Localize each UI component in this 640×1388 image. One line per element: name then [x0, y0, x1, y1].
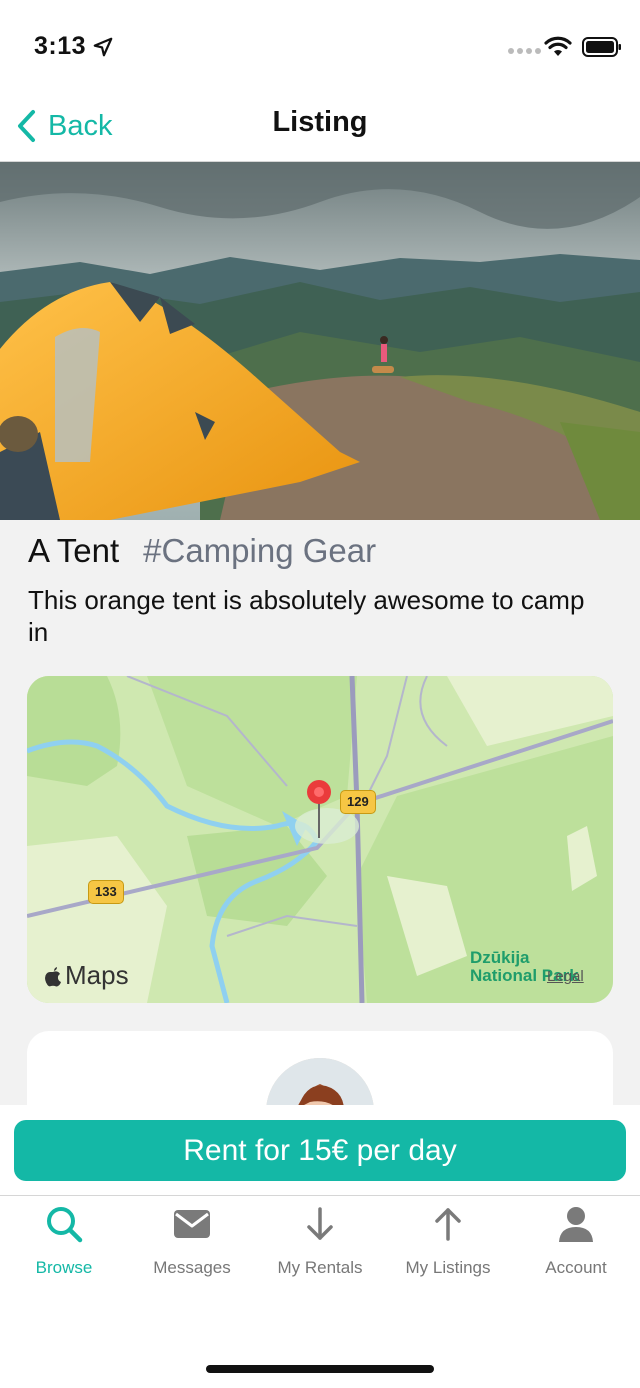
status-bar: 3:13: [0, 0, 640, 96]
listing-description: This orange tent is absolutely awesome t…: [28, 585, 585, 647]
tab-my-listings-label: My Listings: [405, 1258, 491, 1277]
search-icon: [47, 1207, 83, 1243]
maps-brand-label: Maps: [65, 960, 129, 990]
home-indicator[interactable]: [206, 1365, 434, 1373]
rent-bar: Rent for 15€ per day: [0, 1105, 640, 1195]
tab-messages[interactable]: Messages: [128, 1204, 256, 1278]
envelope-icon: [174, 1210, 210, 1238]
tab-account[interactable]: Account: [512, 1204, 640, 1278]
maps-brand: Maps: [43, 960, 129, 991]
rent-button[interactable]: Rent for 15€ per day: [14, 1120, 626, 1181]
tab-my-rentals[interactable]: My Rentals: [256, 1204, 384, 1278]
person-icon: [559, 1207, 593, 1242]
cellular-signal-icon: [508, 48, 541, 54]
status-time: 3:13: [34, 32, 87, 60]
route-129-badge: 129: [340, 790, 376, 814]
tab-messages-label: Messages: [153, 1258, 231, 1277]
navigation-bar: Back Listing: [0, 96, 640, 162]
tab-browse[interactable]: Browse: [0, 1204, 128, 1278]
route-133-badge: 133: [88, 880, 124, 904]
listing-category[interactable]: #Camping Gear: [143, 532, 376, 570]
map-legal-link[interactable]: Legal: [547, 968, 584, 985]
apple-logo-icon: [45, 966, 61, 986]
tab-browse-label: Browse: [35, 1258, 93, 1277]
wifi-icon: [544, 36, 572, 56]
location-map[interactable]: 129 133 Dzūkija National Park Maps Legal: [27, 676, 613, 1003]
arrow-up-icon: [435, 1208, 461, 1241]
tab-account-label: Account: [545, 1258, 607, 1277]
listing-photo: [0, 162, 640, 520]
page-title: Listing: [272, 106, 368, 138]
tab-bar: Browse Messages My Rentals My Listings A…: [0, 1195, 640, 1388]
tab-my-listings[interactable]: My Listings: [384, 1204, 512, 1278]
battery-icon: [582, 37, 621, 57]
listing-header: A Tent #Camping Gear: [28, 532, 376, 570]
tab-my-rentals-label: My Rentals: [277, 1258, 363, 1277]
listing-title: A Tent: [28, 532, 120, 569]
location-arrow-icon: [93, 37, 113, 57]
arrow-down-icon: [307, 1207, 333, 1240]
